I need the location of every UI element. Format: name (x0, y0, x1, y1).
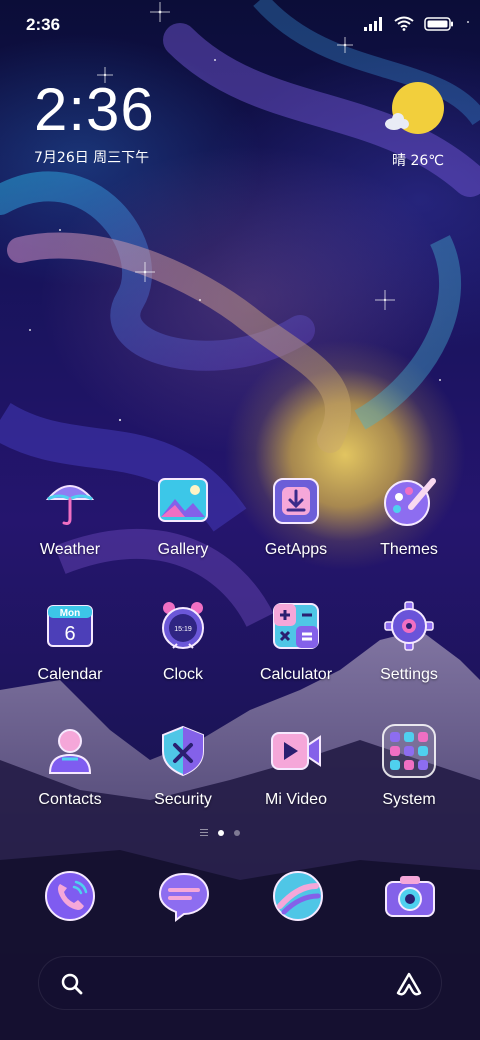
gear-icon (384, 601, 434, 651)
status-time: 2:36 (26, 15, 61, 34)
widget-date: 7月26日 周三下午 (34, 150, 150, 166)
app-label: Contacts (38, 791, 102, 808)
app-themes[interactable]: Themes (354, 473, 464, 559)
app-contacts[interactable]: Contacts (15, 723, 125, 809)
person-icon (48, 729, 92, 774)
app-mivideo[interactable]: Mi Video (241, 723, 351, 809)
page-dot-active[interactable] (218, 829, 224, 836)
app-security[interactable]: Security (128, 723, 238, 809)
message-icon[interactable] (156, 868, 212, 924)
weather-text: 晴 26℃ (392, 153, 444, 169)
app-getapps[interactable]: GetApps (241, 473, 351, 559)
calendar-icon: Mon 6 (47, 605, 93, 647)
app-settings[interactable]: Settings (354, 598, 464, 684)
calendar-date: 6 (64, 623, 75, 645)
app-label: Calculator (259, 666, 333, 683)
search-bar[interactable] (38, 956, 442, 1010)
browser-icon[interactable] (270, 868, 326, 924)
app-system-folder[interactable]: System (354, 723, 464, 809)
calendar-day: Mon (60, 608, 81, 619)
app-label: Calendar (37, 666, 103, 683)
app-clock[interactable]: 15:19 Clock (128, 598, 238, 684)
battery-icon (424, 16, 453, 31)
video-play-icon (271, 732, 321, 770)
shield-icon (162, 725, 204, 777)
app-calculator[interactable]: Calculator (241, 598, 351, 684)
app-label: Settings (380, 666, 438, 683)
clock-widget[interactable]: 2:36 7月26日 周三下午 (34, 80, 155, 167)
assistant-icon[interactable] (395, 971, 423, 997)
signal-icon (364, 16, 382, 31)
phone-icon[interactable] (42, 868, 98, 924)
wifi-icon (394, 16, 414, 31)
alarm-clock-icon: 15:19 (162, 602, 204, 649)
calculator-icon (273, 603, 319, 649)
sunny-cloud-icon (385, 82, 444, 134)
app-label: Mi Video (265, 791, 327, 808)
camera-icon[interactable] (382, 868, 438, 924)
app-weather[interactable]: Weather (15, 473, 125, 559)
folder-grid-icon (382, 724, 436, 778)
page-list-indicator[interactable] (200, 829, 208, 836)
download-box-icon (273, 478, 319, 524)
weather-widget[interactable]: 晴 26℃ (384, 82, 444, 169)
search-icon[interactable] (59, 971, 85, 997)
status-icons (364, 16, 454, 31)
app-label: System (382, 791, 436, 808)
app-label: Clock (162, 666, 203, 683)
clock-time: 15:19 (174, 626, 192, 633)
palette-icon (384, 478, 436, 526)
picture-icon (158, 478, 208, 522)
page-dot[interactable] (234, 829, 240, 836)
app-label: GetApps (264, 541, 328, 558)
app-label: Security (154, 791, 212, 808)
umbrella-icon (45, 485, 95, 525)
app-calendar[interactable]: Mon 6 Calendar (15, 598, 125, 684)
widget-time: 2:36 (34, 76, 155, 143)
app-label: Gallery (157, 541, 209, 558)
status-bar: 2:36 (0, 0, 480, 50)
page-indicator[interactable] (200, 829, 240, 836)
app-label: Themes (380, 541, 438, 558)
app-label: Weather (39, 541, 101, 558)
app-gallery[interactable]: Gallery (128, 473, 238, 559)
